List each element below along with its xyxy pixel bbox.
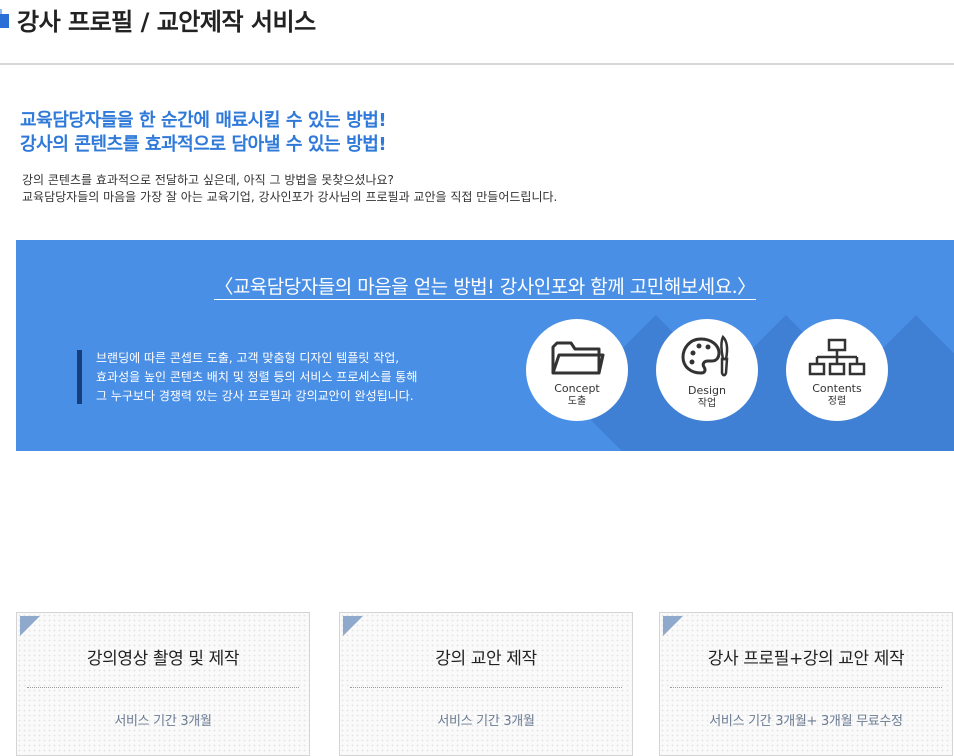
headline: 교육담당자들을 한 순간에 매료시킬 수 있는 방법! 강사의 콘텐츠를 효과적…: [20, 109, 387, 157]
step-design-ko: 작업: [697, 398, 717, 409]
headline-line-2: 강사의 콘텐츠를 효과적으로 담아낼 수 있는 방법!: [20, 134, 387, 155]
intro-line-1: 강의 콘텐츠를 효과적으로 전달하고 싶은데, 아직 그 방법을 못찾으셨나요?: [22, 173, 394, 187]
page-title: 강사 프로필 / 교안제작 서비스: [17, 8, 316, 36]
palette-icon: [681, 334, 729, 377]
service-card-period: 서비스 기간 3개월+ 3개월 무료수정: [709, 714, 903, 729]
title-divider: [0, 63, 954, 65]
intro-text: 강의 콘텐츠를 효과적으로 전달하고 싶은데, 아직 그 방법을 못찾으셨나요?…: [22, 172, 557, 206]
step-contents-en: Contents: [812, 382, 862, 395]
folder-icon: [551, 341, 605, 375]
step-contents-label: Contents 정렬: [786, 382, 888, 408]
step-design-label: Design 작업: [656, 384, 758, 410]
service-card-title: 강사 프로필+강의 교안 제작: [707, 649, 905, 669]
card-corner-icon: [343, 616, 363, 636]
service-card-profile-slides[interactable]: 강사 프로필+강의 교안 제작 서비스 기간 3개월+ 3개월 무료수정: [659, 612, 953, 756]
banner-desc-line-3: 그 누구보다 경쟁력 있는 강사 프로필과 강의교안이 완성됩니다.: [96, 389, 414, 403]
card-divider: [27, 687, 299, 688]
service-card-video[interactable]: 강의영상 촬영 및 제작 서비스 기간 3개월: [16, 612, 310, 756]
step-design-en: Design: [688, 384, 726, 397]
step-concept-en: Concept: [554, 382, 600, 395]
step-concept-label: Concept 도출: [526, 382, 628, 408]
banner-heading-text: 〈교육담당자들의 마음을 얻는 방법! 강사인포와 함께 고민해보세요.〉: [214, 276, 756, 300]
card-divider: [350, 687, 622, 688]
service-card-slides[interactable]: 강의 교안 제작 서비스 기간 3개월: [339, 612, 633, 756]
hierarchy-icon: [808, 338, 866, 376]
banner-desc-line-1: 브랜딩에 따른 콘셉트 도출, 고객 맞춤형 디자인 템플릿 작업,: [96, 351, 400, 365]
banner-heading: 〈교육담당자들의 마음을 얻는 방법! 강사인포와 함께 고민해보세요.〉: [16, 272, 954, 300]
card-corner-icon: [20, 616, 40, 636]
step-design: Design 작업: [656, 319, 758, 421]
service-card-period: 서비스 기간 3개월: [437, 714, 535, 729]
banner-desc-line-2: 효과성을 높인 콘텐츠 배치 및 정렬 등의 서비스 프로세스를 통해: [96, 370, 418, 384]
step-contents-ko: 정렬: [827, 396, 847, 407]
banner-accent-bar: [77, 350, 82, 404]
step-concept-ko: 도출: [567, 396, 587, 407]
service-card-period: 서비스 기간 3개월: [114, 714, 212, 729]
service-card-title: 강의 교안 제작: [435, 649, 537, 669]
intro-line-2: 교육담당자들의 마음을 가장 잘 아는 교육기업, 강사인포가 강사님의 프로필…: [22, 190, 558, 204]
headline-line-1: 교육담당자들을 한 순간에 매료시킬 수 있는 방법!: [20, 110, 387, 131]
step-concept: Concept 도출: [526, 319, 628, 421]
card-divider: [670, 687, 942, 688]
title-marker-icon: [0, 9, 9, 28]
step-contents: Contents 정렬: [786, 319, 888, 421]
service-card-title: 강의영상 촬영 및 제작: [86, 649, 240, 669]
process-banner: 〈교육담당자들의 마음을 얻는 방법! 강사인포와 함께 고민해보세요.〉 브랜…: [16, 240, 954, 451]
card-corner-icon: [663, 616, 683, 636]
banner-description: 브랜딩에 따른 콘셉트 도출, 고객 맞춤형 디자인 템플릿 작업, 효과성을 …: [96, 349, 417, 406]
